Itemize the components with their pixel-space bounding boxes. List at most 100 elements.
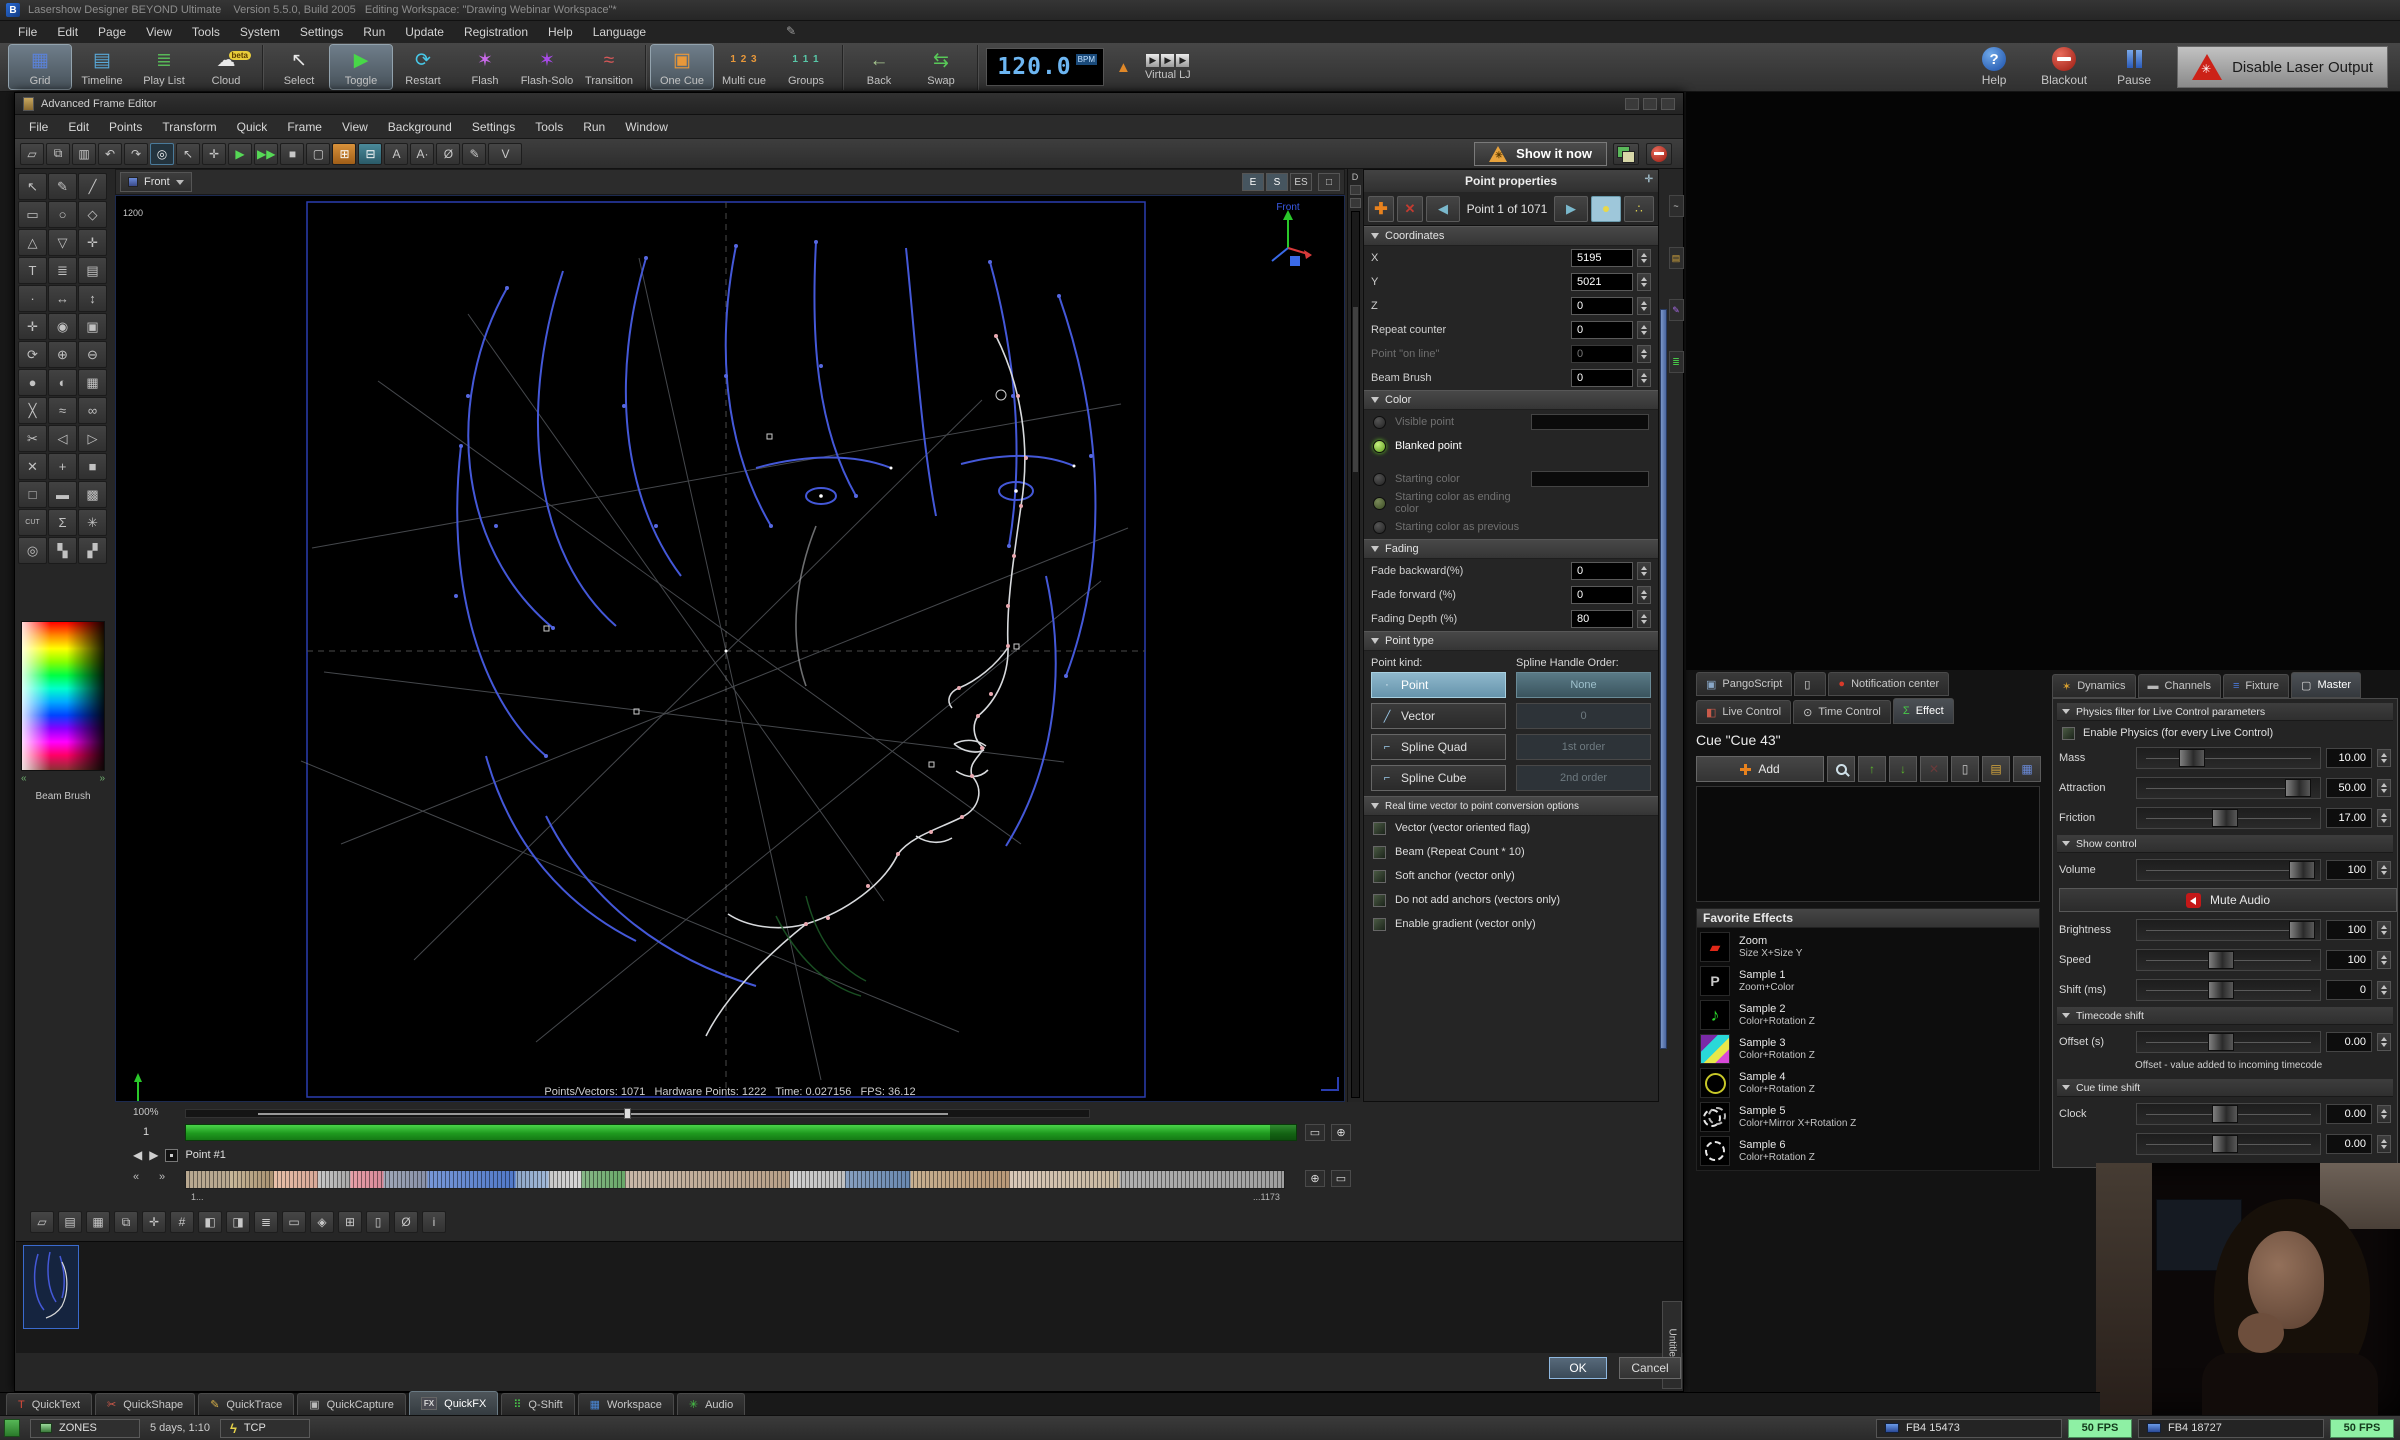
value-input[interactable]: 0 [1571,586,1633,604]
tab-quickfx[interactable]: FX QuickFX [409,1391,498,1415]
cue-time-shift-header[interactable]: Cue time shift [2057,1079,2393,1097]
checkbox[interactable] [1373,870,1386,883]
slider-value[interactable]: 100 [2326,860,2372,880]
checkbox[interactable] [1373,894,1386,907]
checkbox[interactable] [1373,822,1386,835]
add-effect-button[interactable]: Add [1696,756,1824,782]
guide-snap-toggle[interactable]: ⊟ [358,143,382,165]
diameter-button[interactable]: Ø [436,143,460,165]
tool-wave[interactable]: ≈ [48,397,77,424]
favorite-effect-item[interactable]: ▰ ZoomSize X+Size Y [1697,930,2039,964]
slider-thumb[interactable] [2208,1033,2234,1051]
spinner[interactable] [1637,586,1651,604]
tl-align-left[interactable]: ◧ [198,1211,222,1233]
timeline-scrollbar[interactable] [185,1109,1090,1118]
timeline-scroll-marker[interactable] [624,1108,631,1119]
tab-workspace[interactable]: ▦ Workspace [578,1393,674,1415]
tl-gem[interactable]: ◈ [310,1211,334,1233]
favorite-effect-item[interactable]: P Sample 1Zoom+Color [1697,964,2039,998]
afe-titlebar[interactable]: Advanced Frame Editor [15,93,1683,115]
prev-point-button[interactable]: ◀ [1426,196,1460,222]
show-control-header[interactable]: Show control [2057,835,2393,853]
view-dropdown[interactable]: V [488,143,522,165]
transition-button[interactable]: ≈ Transition [578,45,640,89]
layers-icon[interactable] [1613,143,1639,165]
redo-button[interactable]: ↷ [124,143,148,165]
tool-sigma[interactable]: Σ [48,509,77,536]
tool-select[interactable]: ↖ [18,173,47,200]
value-input[interactable]: 5021 [1571,273,1633,291]
spinner[interactable] [1637,249,1651,267]
slider-thumb[interactable] [2208,951,2234,969]
play-all-button[interactable]: ▶▶ [254,143,278,165]
next-point-button[interactable]: ▶ [1554,196,1588,222]
tool-checker-2[interactable]: ▞ [78,537,107,564]
menu-item[interactable]: Run [353,23,395,41]
tool-ellipse[interactable]: ○ [48,201,77,228]
menu-item[interactable]: Tools [182,23,230,41]
maximize-icon[interactable] [1643,98,1657,110]
spinner[interactable] [2377,809,2391,827]
tool-cross[interactable]: ✛ [78,229,107,256]
menu-item[interactable]: Language [583,23,656,41]
afe-menu-item[interactable]: Frame [277,117,332,137]
enable-physics-checkbox[interactable] [2062,727,2075,740]
track-zoom-icon[interactable]: ⊕ [1331,1124,1351,1141]
spinner[interactable] [1637,321,1651,339]
scrollbar-thumb[interactable] [1353,307,1358,472]
menu-item[interactable]: Page [88,23,136,41]
spline-order-button[interactable]: None [1516,672,1651,698]
tl-copy[interactable]: ⧉ [114,1211,138,1233]
monitor-button[interactable]: ▢ [306,143,330,165]
tool-zoom-out[interactable]: ⊖ [78,341,107,368]
tool-rings[interactable]: ◎ [18,537,47,564]
font-button[interactable]: A [384,143,408,165]
tool-grid[interactable]: ▦ [78,369,107,396]
favorite-effect-item[interactable]: ♪ Sample 2Color+Rotation Z [1697,998,2039,1032]
physics-section-header[interactable]: Physics filter for Live Control paramete… [2057,703,2393,721]
value-input[interactable]: 0 [1571,562,1633,580]
track-progress-bar[interactable] [185,1124,1297,1141]
tab-quicktext[interactable]: T QuickText [6,1393,92,1415]
point-kind-button[interactable]: ⌐ Spline Cube [1371,765,1506,791]
single-point-mode-button[interactable] [1591,196,1621,222]
slider-value[interactable]: 10.00 [2326,748,2372,768]
tl-save[interactable]: ▦ [86,1211,110,1233]
zones-button[interactable]: ZONES [30,1419,140,1438]
radio-button[interactable] [1373,521,1386,534]
afe-menu-item[interactable]: Window [615,117,678,137]
value-input[interactable]: 0 [1571,345,1633,363]
value-input[interactable]: 0 [1571,297,1633,315]
tab-document[interactable]: ▯ [1794,672,1826,696]
ok-button[interactable]: OK [1549,1357,1607,1379]
spline-order-button[interactable]: 0 [1516,703,1651,729]
spinner[interactable] [1637,345,1651,363]
tool-rows[interactable]: ▤ [78,257,107,284]
select-button[interactable]: ↖ Select [268,45,330,89]
tl-plus[interactable]: ⊞ [338,1211,362,1233]
tab-quickcapture[interactable]: ▣ QuickCapture [297,1393,406,1415]
frame-canvas[interactable]: 1200 Front [115,195,1345,1102]
delete-effect-button[interactable]: ✕ [1920,756,1948,782]
cancel-button[interactable]: Cancel [1619,1357,1681,1379]
tool-cross-delete[interactable]: ╳ [18,397,47,424]
move-down-button[interactable]: ↓ [1889,756,1917,782]
tool-line[interactable]: ╱ [78,173,107,200]
groups-button[interactable]: 1 1 1 Groups [775,45,837,89]
clock-slider[interactable] [2136,1103,2321,1125]
point-kind-button[interactable]: ⌐ Spline Quad [1371,734,1506,760]
menu-item[interactable]: File [8,23,47,41]
tool-point[interactable]: · [18,285,47,312]
tab-dynamics[interactable]: ✶ Dynamics [2052,674,2136,698]
slider-value[interactable]: 100 [2326,950,2372,970]
brush-tab-icon[interactable]: ✎ [1669,299,1684,321]
track-monitor-icon[interactable]: ▭ [1305,1124,1325,1141]
tl-grid[interactable]: # [170,1211,194,1233]
playlist-button[interactable]: ≣ Play List [133,45,195,89]
realtime-section-header[interactable]: Real time vector to point conversion opt… [1364,796,1658,816]
back-button[interactable]: ← Back [848,45,910,89]
tcp-button[interactable]: ϟ TCP [220,1419,310,1438]
tab-notification-center[interactable]: ● Notification center [1828,672,1949,696]
favorite-effect-item[interactable]: Sample 3Color+Rotation Z [1697,1032,2039,1066]
move-up-button[interactable]: ↑ [1858,756,1886,782]
